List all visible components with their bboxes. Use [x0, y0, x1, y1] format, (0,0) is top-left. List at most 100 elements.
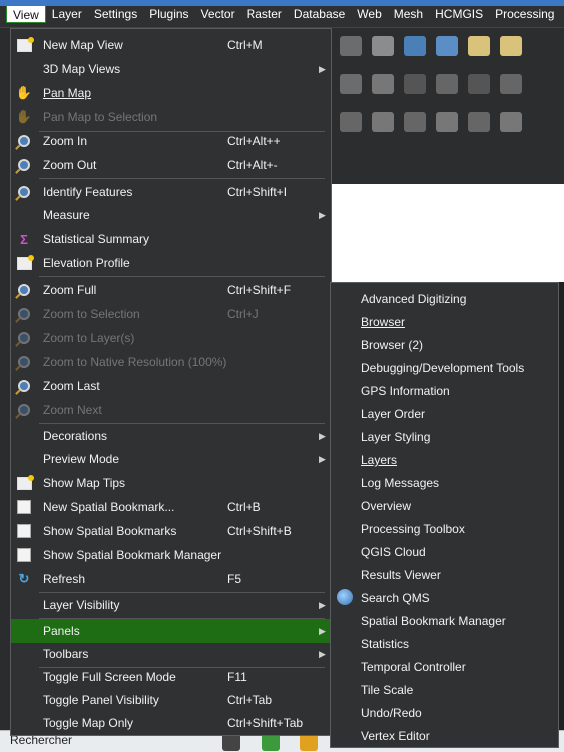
menu-item-pan-map[interactable]: ✋ Pan Map [11, 81, 331, 105]
panel-item-log-messages[interactable]: Log Messages [331, 471, 558, 494]
menu-item-zoom-out[interactable]: Zoom Out Ctrl+Alt+- [11, 153, 331, 177]
menu-item-panels[interactable]: Panels ▶ [11, 619, 331, 643]
panel-item-tile-scale[interactable]: Tile Scale [331, 678, 558, 701]
toolbar-icon[interactable] [372, 36, 394, 56]
menu-item-new-map-view[interactable]: New Map View Ctrl+M [11, 33, 331, 57]
toolbar-row-2 [340, 74, 522, 94]
toolbar-icon[interactable] [468, 36, 490, 56]
menu-processing[interactable]: Processing [489, 5, 560, 23]
toolbar-icon[interactable] [404, 74, 426, 94]
menu-database[interactable]: Database [288, 5, 351, 23]
toolbar-icon[interactable] [436, 74, 458, 94]
menu-item-preview-mode[interactable]: Preview Mode ▶ [11, 447, 331, 471]
menu-item-zoom-in[interactable]: Zoom In Ctrl+Alt++ [11, 129, 331, 153]
zoom-next-icon [15, 401, 33, 419]
toolbar-icon[interactable] [404, 112, 426, 132]
identify-icon [15, 183, 33, 201]
toolbar-icon[interactable] [340, 112, 362, 132]
toolbar-icon[interactable] [372, 112, 394, 132]
toolbar-icon[interactable] [468, 112, 490, 132]
menu-item-identify-features[interactable]: Identify Features Ctrl+Shift+I [11, 180, 331, 204]
panel-item-search-qms[interactable]: Search QMS [331, 586, 558, 609]
zoom-out-icon [15, 156, 33, 174]
menu-item-zoom-next[interactable]: Zoom Next [11, 398, 331, 422]
map-tips-icon [15, 474, 34, 492]
menu-item-pan-map-to-selection[interactable]: ✋ Pan Map to Selection [11, 105, 331, 129]
toolbar-icon[interactable] [468, 74, 490, 94]
globe-icon [337, 589, 353, 605]
pan-selection-icon: ✋ [15, 109, 33, 124]
menu-item-zoom-to-selection[interactable]: Zoom to Selection Ctrl+J [11, 302, 331, 326]
toolbar-icon[interactable] [500, 74, 522, 94]
menu-item-layer-visibility[interactable]: Layer Visibility ▶ [11, 593, 331, 617]
menu-item-new-spatial-bookmark[interactable]: New Spatial Bookmark... Ctrl+B [11, 495, 331, 519]
menu-item-zoom-native-resolution[interactable]: Zoom to Native Resolution (100%) [11, 350, 331, 374]
menu-item-show-map-tips[interactable]: Show Map Tips [11, 471, 331, 495]
panel-item-statistics[interactable]: Statistics [331, 632, 558, 655]
menu-item-show-spatial-bookmarks[interactable]: Show Spatial Bookmarks Ctrl+Shift+B [11, 519, 331, 543]
menu-item-measure[interactable]: Measure ▶ [11, 203, 331, 227]
panel-item-undo-redo[interactable]: Undo/Redo [331, 701, 558, 724]
panel-item-advanced-digitizing[interactable]: Advanced Digitizing [331, 287, 558, 310]
menu-item-toggle-full-screen[interactable]: Toggle Full Screen Mode F11 [11, 665, 331, 689]
menu-item-elevation-profile[interactable]: Elevation Profile [11, 251, 331, 275]
menu-item-zoom-last[interactable]: Zoom Last [11, 374, 331, 398]
panel-item-overview[interactable]: Overview [331, 494, 558, 517]
submenu-arrow-icon: ▶ [319, 648, 326, 659]
separator [39, 178, 325, 179]
toolbar-icon[interactable] [500, 36, 522, 56]
menu-item-zoom-to-layers[interactable]: Zoom to Layer(s) [11, 326, 331, 350]
panel-item-layer-order[interactable]: Layer Order [331, 402, 558, 425]
menu-item-3d-map-views[interactable]: 3D Map Views ▶ [11, 57, 331, 81]
map-canvas[interactable] [330, 184, 564, 282]
menu-mesh[interactable]: Mesh [388, 5, 429, 23]
menu-hcmgis[interactable]: HCMGIS [429, 5, 489, 23]
panel-item-vertex-editor[interactable]: Vertex Editor [331, 724, 558, 747]
panel-item-browser-2[interactable]: Browser (2) [331, 333, 558, 356]
zoom-selection-icon [15, 305, 33, 323]
toolbar-row-3 [340, 112, 522, 132]
menu-view[interactable]: View [6, 5, 46, 23]
submenu-arrow-icon: ▶ [319, 63, 326, 74]
menu-item-zoom-full[interactable]: Zoom Full Ctrl+Shift+F [11, 278, 331, 302]
toolbar-icon[interactable] [500, 112, 522, 132]
menu-raster[interactable]: Raster [241, 5, 288, 23]
panel-item-spatial-bookmark-manager[interactable]: Spatial Bookmark Manager [331, 609, 558, 632]
menu-layer[interactable]: Layer [46, 5, 88, 23]
toolbar-icon[interactable] [436, 36, 458, 56]
menu-item-toggle-panel-visibility[interactable]: Toggle Panel Visibility Ctrl+Tab [11, 688, 331, 712]
new-map-view-icon [15, 36, 34, 54]
menu-web[interactable]: Web [351, 5, 387, 23]
menu-item-toolbars[interactable]: Toolbars ▶ [11, 642, 331, 666]
panel-item-gps-information[interactable]: GPS Information [331, 379, 558, 402]
elevation-profile-icon [15, 254, 34, 272]
menu-item-refresh[interactable]: ↻ Refresh F5 [11, 567, 331, 591]
menu-plugins[interactable]: Plugins [143, 5, 194, 23]
menu-item-toggle-map-only[interactable]: Toggle Map Only Ctrl+Shift+Tab [11, 711, 331, 735]
panel-item-layer-styling[interactable]: Layer Styling [331, 425, 558, 448]
menu-vector[interactable]: Vector [195, 5, 241, 23]
separator [39, 276, 325, 277]
panels-submenu: Advanced Digitizing Browser Browser (2) … [330, 282, 559, 748]
panel-item-qgis-cloud[interactable]: QGIS Cloud [331, 540, 558, 563]
view-menu: New Map View Ctrl+M 3D Map Views ▶ ✋ Pan… [10, 28, 332, 736]
menu-item-show-spatial-bookmark-manager[interactable]: Show Spatial Bookmark Manager [11, 543, 331, 567]
panel-item-temporal-controller[interactable]: Temporal Controller [331, 655, 558, 678]
menu-item-statistical-summary[interactable]: Σ Statistical Summary [11, 227, 331, 251]
zoom-full-icon [15, 281, 33, 299]
menu-settings[interactable]: Settings [88, 5, 143, 23]
left-panel-edge [0, 28, 10, 752]
panel-item-results-viewer[interactable]: Results Viewer [331, 563, 558, 586]
panel-item-debugging-tools[interactable]: Debugging/Development Tools [331, 356, 558, 379]
panel-item-browser[interactable]: Browser [331, 310, 558, 333]
menu-item-decorations[interactable]: Decorations ▶ [11, 424, 331, 448]
toolbar-icon[interactable] [340, 36, 362, 56]
toolbar-icon[interactable] [436, 112, 458, 132]
toolbar-icon[interactable] [340, 74, 362, 94]
toolbar-icon[interactable] [404, 36, 426, 56]
toolbar-icon[interactable] [372, 74, 394, 94]
submenu-arrow-icon: ▶ [319, 209, 326, 220]
bookmark-manager-icon [15, 546, 33, 564]
panel-item-processing-toolbox[interactable]: Processing Toolbox [331, 517, 558, 540]
panel-item-layers[interactable]: Layers [331, 448, 558, 471]
